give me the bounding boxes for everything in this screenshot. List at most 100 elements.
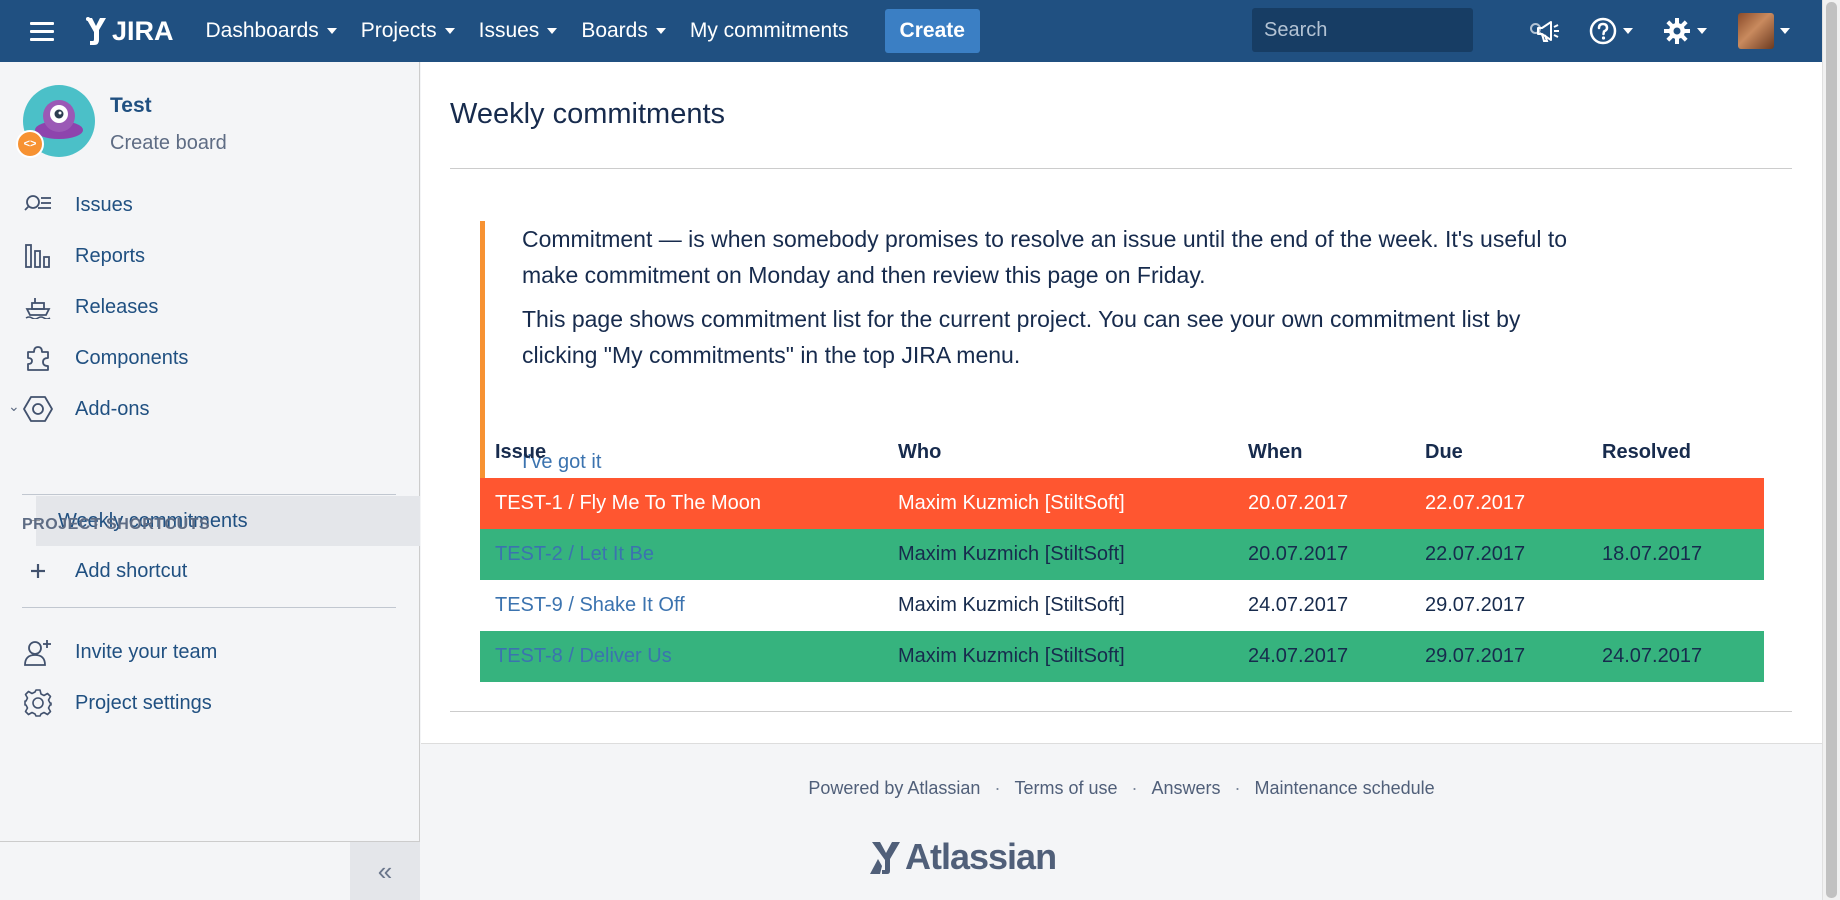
sidebar-divider (22, 494, 396, 495)
chevron-down-icon (1623, 28, 1633, 34)
plus-icon (22, 555, 54, 587)
column-header-who: Who (898, 441, 942, 463)
footer-link-powered-by[interactable]: Powered by Atlassian (808, 778, 980, 799)
commit-date: 20.07.2017 (1248, 543, 1349, 565)
chevron-down-icon (547, 28, 558, 34)
jira-logo[interactable]: JIRA (82, 11, 174, 51)
search-input[interactable] (1252, 18, 1529, 42)
project-header: <> Test Create board (16, 84, 227, 158)
due-date: 29.07.2017 (1425, 645, 1526, 667)
notice-paragraph-1: Commitment — is when somebody promises t… (522, 226, 1567, 288)
add-shortcut-link[interactable]: Add shortcut (0, 546, 420, 596)
table-row: TEST-9 / Shake It Off Maxim Kuzmich [Sti… (480, 580, 1764, 631)
commit-date: 20.07.2017 (1248, 492, 1349, 514)
components-puzzle-icon (22, 342, 54, 374)
nav-my-commitments-label: My commitments (689, 19, 849, 42)
footer-separator: · (1131, 778, 1138, 798)
content-bottom-divider (450, 711, 1792, 712)
nav-projects-label: Projects (360, 19, 437, 42)
chevron-down-icon (1780, 28, 1790, 34)
assignee: Maxim Kuzmich [StiltSoft] (898, 645, 1125, 667)
commitments-table: Issue Who When Due Resolved TEST-1 / Fly… (480, 427, 1764, 682)
releases-ship-icon (22, 291, 54, 323)
sidebar-item-addons[interactable]: ⌄ Add-ons (0, 384, 420, 434)
settings-menu[interactable] (1663, 13, 1707, 49)
table-row: TEST-8 / Deliver Us Maxim Kuzmich [Stilt… (480, 631, 1764, 682)
invite-team-link[interactable]: Invite your team (0, 627, 420, 677)
footer-link-terms[interactable]: Terms of use (1014, 778, 1117, 799)
addons-hexagon-icon (22, 393, 54, 425)
page-scrollbar[interactable] (1822, 0, 1840, 900)
chevron-down-icon (655, 28, 666, 34)
main-content: Weekly commitments Commitment — is when … (421, 62, 1822, 743)
add-shortcut-label: Add shortcut (75, 559, 188, 582)
project-name[interactable]: Test (110, 94, 152, 118)
reports-chart-icon (22, 240, 54, 272)
jira-logo-text: JIRA (112, 15, 174, 46)
project-settings-link[interactable]: Project settings (0, 678, 420, 728)
project-sidebar: <> Test Create board Issues Reports Rele… (0, 62, 420, 900)
create-button[interactable]: Create (884, 9, 980, 53)
sidebar-item-label: Reports (75, 244, 146, 267)
sidebar-item-components[interactable]: Components (0, 333, 420, 383)
atlassian-logo-icon (870, 842, 900, 874)
help-icon (1589, 17, 1617, 45)
sidebar-item-label: Releases (75, 295, 159, 318)
nav-my-commitments[interactable]: My commitments (678, 0, 861, 62)
user-avatar (1738, 13, 1774, 49)
issue-link[interactable]: TEST-8 / Deliver Us (495, 645, 672, 668)
user-profile-menu[interactable] (1738, 13, 1790, 49)
due-date: 22.07.2017 (1425, 492, 1526, 514)
settings-gear-icon (1664, 18, 1690, 44)
atlassian-logo[interactable]: Atlassian (869, 836, 1057, 878)
invite-team-label: Invite your team (75, 640, 218, 663)
scrollbar-thumb[interactable] (1826, 2, 1837, 898)
assignee: Maxim Kuzmich [StiltSoft] (898, 594, 1125, 616)
notifications-megaphone-icon[interactable] (1535, 13, 1561, 49)
title-divider (450, 168, 1792, 169)
chevron-down-icon (444, 28, 455, 34)
table-row: TEST-1 / Fly Me To The Moon Maxim Kuzmic… (480, 478, 1764, 529)
chevron-down-icon (1697, 28, 1707, 34)
issue-link[interactable]: TEST-9 / Shake It Off (495, 594, 685, 617)
column-header-due: Due (1425, 441, 1463, 463)
sidebar-item-label: Issues (75, 193, 133, 216)
footer-links: Powered by Atlassian · Terms of use · An… (421, 778, 1822, 799)
commit-date: 24.07.2017 (1248, 645, 1349, 667)
sidebar-item-reports[interactable]: Reports (0, 231, 420, 281)
help-menu[interactable] (1589, 13, 1633, 49)
page-title: Weekly commitments (450, 98, 726, 130)
app-switcher-menu-icon[interactable] (20, 9, 64, 53)
project-avatar[interactable]: <> (16, 84, 96, 158)
sidebar-item-releases[interactable]: Releases (0, 282, 420, 332)
sidebar-item-issues[interactable]: Issues (0, 180, 420, 230)
issue-link[interactable]: TEST-2 / Let It Be (495, 543, 654, 566)
project-settings-gear-icon (22, 687, 54, 719)
footer-separator: · (1234, 778, 1241, 798)
top-navigation-bar: JIRA Dashboards Projects Issues Boards M… (0, 0, 1822, 62)
nav-issues-label: Issues (478, 19, 540, 42)
project-shortcuts-heading: PROJECT SHORTCUTS (22, 516, 211, 533)
add-user-icon (22, 636, 54, 668)
page-footer: Powered by Atlassian · Terms of use · An… (421, 743, 1822, 900)
footer-link-answers[interactable]: Answers (1152, 778, 1221, 799)
issue-link[interactable]: TEST-1 / Fly Me To The Moon (495, 492, 761, 515)
column-header-resolved: Resolved (1602, 441, 1691, 463)
footer-separator: · (994, 778, 1001, 798)
chevron-down-icon[interactable]: ⌄ (8, 398, 20, 415)
double-chevron-left-icon: « (377, 855, 393, 886)
resolved-date: 18.07.2017 (1602, 543, 1703, 565)
create-board-link[interactable]: Create board (110, 132, 227, 155)
footer-link-maintenance[interactable]: Maintenance schedule (1255, 778, 1435, 799)
atlassian-logo-text: Atlassian (905, 836, 1057, 877)
nav-projects[interactable]: Projects (349, 0, 467, 62)
project-type-software-icon: <> (16, 130, 44, 158)
column-header-when: When (1248, 441, 1303, 463)
nav-dashboards[interactable]: Dashboards (194, 0, 349, 62)
resolved-date: 24.07.2017 (1602, 645, 1703, 667)
sidebar-item-label: Add-ons (75, 397, 150, 420)
nav-issues[interactable]: Issues (467, 0, 570, 62)
collapse-sidebar-button[interactable]: « (350, 842, 420, 900)
nav-boards[interactable]: Boards (569, 0, 678, 62)
issues-search-icon (22, 189, 54, 221)
